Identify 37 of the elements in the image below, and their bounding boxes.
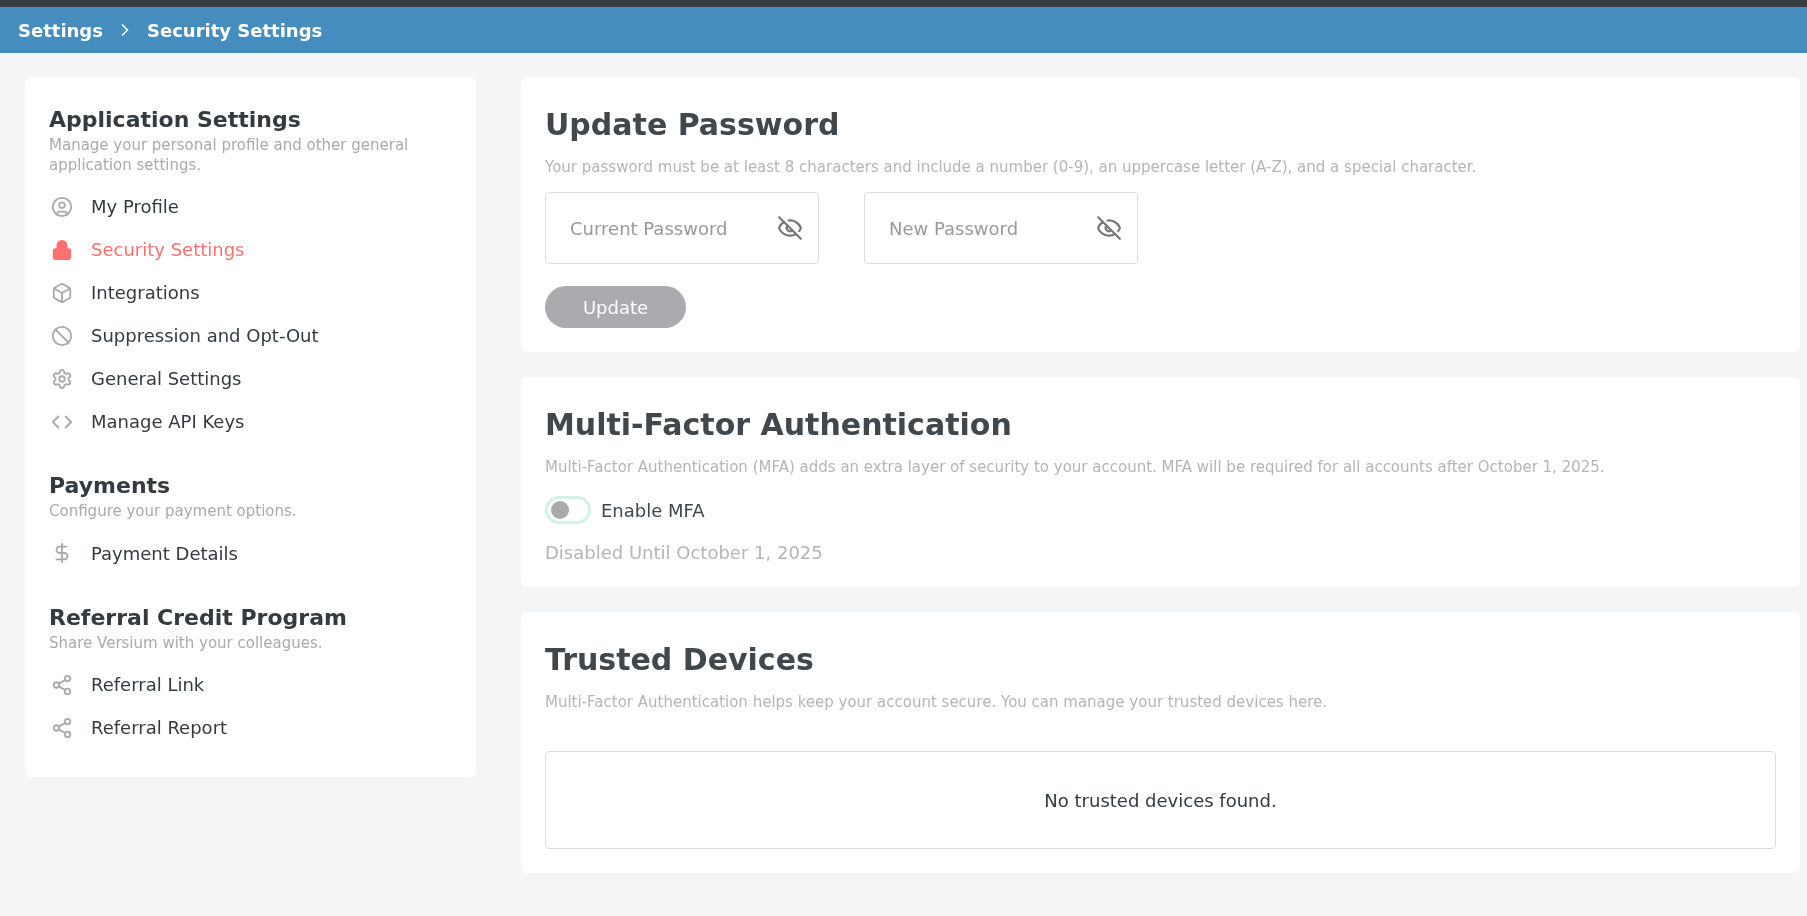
ban-icon [51, 324, 73, 347]
card-description: Your password must be at least 8 characters and include a number (0-9), an uppercase letter (A-Z), and a special character. [545, 158, 1478, 176]
user-circle-icon [51, 195, 73, 218]
mfa-toggle[interactable] [545, 496, 591, 524]
lock-icon [51, 238, 73, 261]
breadcrumb-link[interactable]: Security Settings [146, 19, 323, 41]
share-icon [51, 716, 73, 739]
sidebar-item[interactable]: Referral Link [49, 663, 452, 706]
password-field[interactable]: New Password [864, 192, 1138, 264]
sidebar-item[interactable]: Payment Details [49, 531, 452, 575]
mfa-status-note: Disabled Until October 1, 2025 [545, 542, 824, 563]
breadcrumb-link[interactable]: Settings [18, 19, 103, 41]
gear-icon [51, 367, 73, 390]
section-title: Application Settings [49, 107, 302, 132]
password-field[interactable]: Current Password [545, 192, 819, 264]
eye-off-icon[interactable] [777, 215, 803, 241]
sidebar-item[interactable]: Manage API Keys [49, 400, 452, 443]
card-title: Update Password [545, 107, 841, 142]
sidebar-item[interactable]: Referral Report [49, 706, 452, 749]
card-title: Trusted Devices [545, 642, 815, 677]
sidebar-item[interactable]: Integrations [49, 271, 452, 314]
sidebar-item[interactable]: Suppression and Opt-Out [49, 314, 452, 357]
section-subtitle: Configure your payment options. [49, 502, 298, 522]
cube-icon [51, 281, 73, 304]
card-description: Multi-Factor Authentication helps keep your account secure. You can manage your trusted devices here. [545, 693, 1328, 711]
eye-off-icon[interactable] [1096, 215, 1122, 241]
section-subtitle: Manage your personal profile and other general application settings. [49, 136, 410, 175]
sidebar-item[interactable]: General Settings [49, 357, 452, 400]
card-description: Multi-Factor Authentication (MFA) adds an extra layer of security to your account. MFA will be required for all accounts after October 1, 2025. [545, 458, 1606, 476]
section-title: Payments [49, 473, 172, 498]
sidebar-item[interactable]: My Profile [49, 185, 452, 228]
card-title: Multi-Factor Authentication [545, 407, 1013, 442]
section-subtitle: Share Versium with your colleagues. [49, 633, 324, 653]
section-title: Referral Credit Program [49, 604, 348, 630]
empty-message: No trusted devices found. [1044, 789, 1277, 811]
share-icon [51, 673, 73, 696]
toggle-label: Enable MFA [601, 499, 705, 521]
